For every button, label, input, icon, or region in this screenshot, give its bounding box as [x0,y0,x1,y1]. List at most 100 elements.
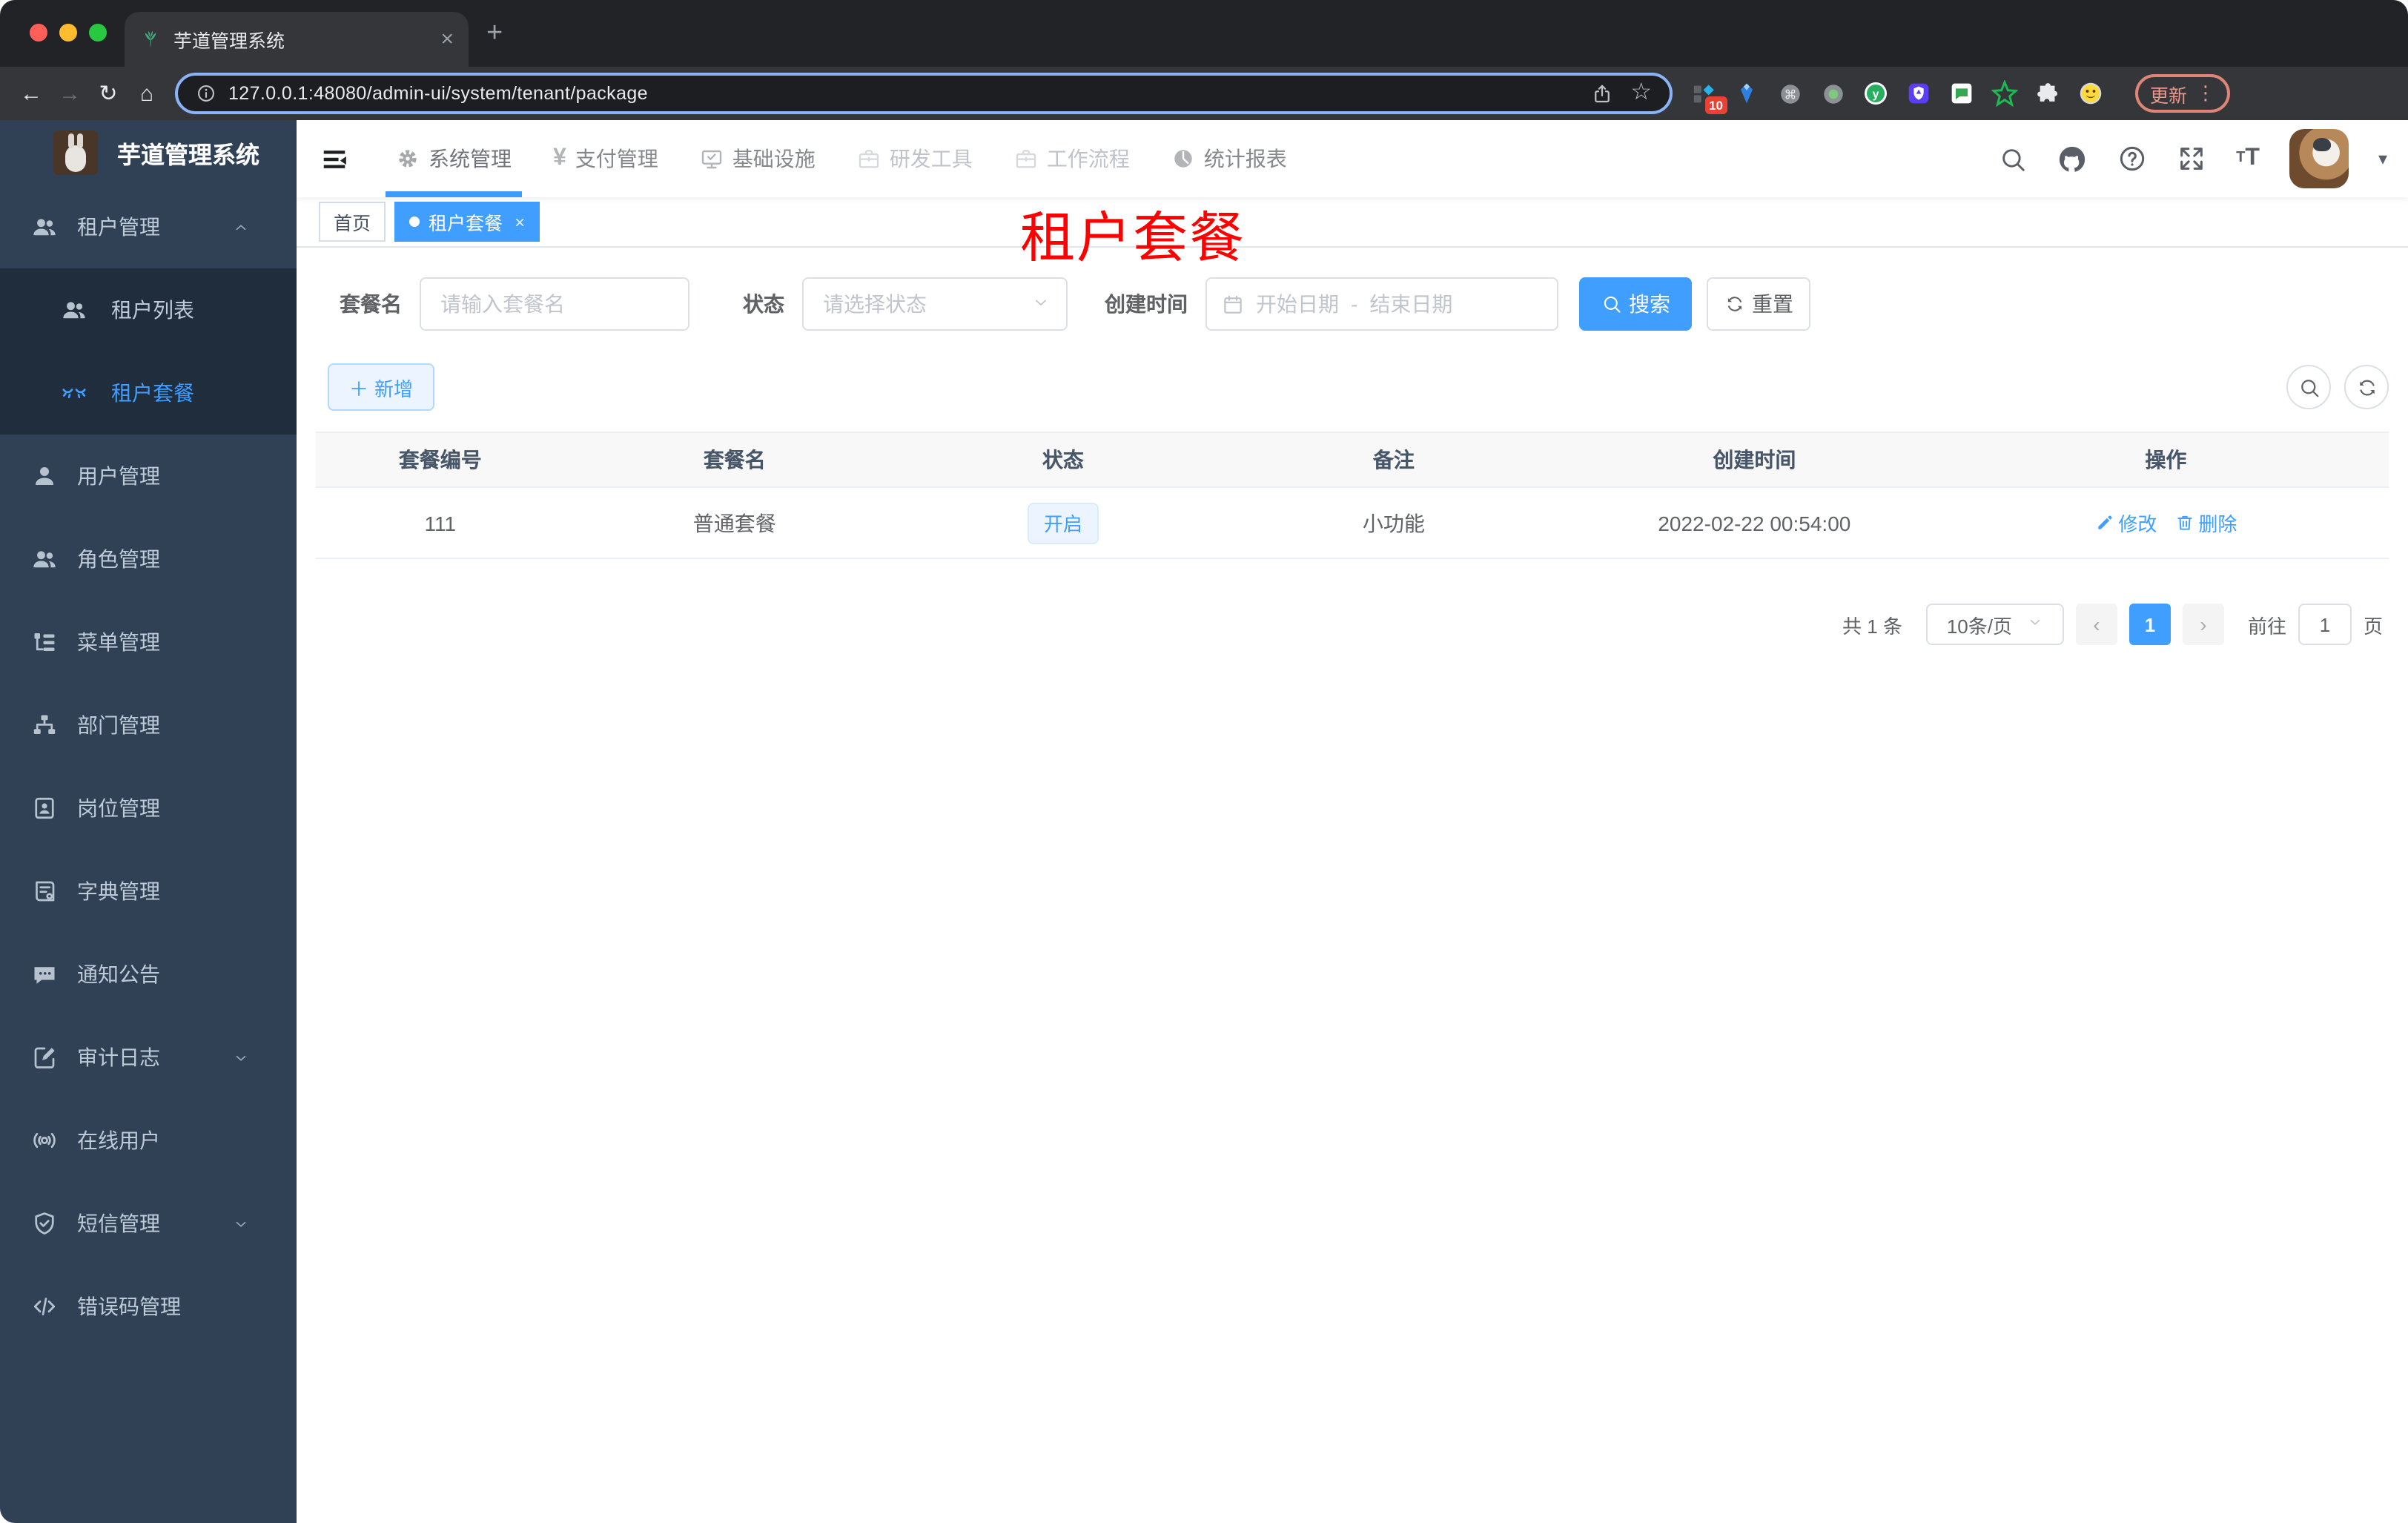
sidebar-item-label: 字典管理 [77,879,160,903]
cell-actions: 修改 删除 [1943,509,2389,537]
header-search-icon[interactable] [1999,145,2027,173]
url-text[interactable]: 127.0.0.1:48080/admin-ui/system/tenant/p… [228,83,1572,104]
top-nav-基础设施[interactable]: 基础设施 [689,120,826,197]
share-icon[interactable] [1590,82,1612,105]
hamburger-icon[interactable] [297,145,371,173]
status-filter-select[interactable]: 请选择状态 [802,277,1068,331]
date-range-picker[interactable]: 开始日期 - 结束日期 [1205,277,1558,331]
tab-title: 芋道管理系统 [173,31,285,52]
sidebar-item-在线用户[interactable]: 在线用户 [0,1099,297,1182]
top-nav-支付管理[interactable]: ¥ 支付管理 [543,120,669,197]
sidebar-item-label: 菜单管理 [77,630,160,654]
sidebar-item-字典管理[interactable]: 字典管理 [0,850,297,933]
status-filter-label: 状态 [743,292,784,316]
sidebar-item-租户管理[interactable]: 租户管理 [0,185,297,268]
cell-package-id: 111 [424,511,457,535]
sidebar-item-通知公告[interactable]: 通知公告 [0,933,297,1016]
favicon-plant-icon [139,28,162,50]
reset-button[interactable]: 重置 [1707,277,1810,331]
edit-icon [2094,513,2114,532]
name-filter-input[interactable] [440,292,669,316]
minimize-window-button[interactable] [59,24,77,42]
new-tab-button[interactable]: + [486,18,503,50]
browser-update-button[interactable]: 更新 ⋮ [2135,74,2231,113]
fullscreen-icon[interactable] [2177,144,2206,174]
gem-extension-icon[interactable] [1733,80,1760,107]
chevron-down-icon [1032,293,1050,315]
sidebar-item-用户管理[interactable]: 用户管理 [0,435,297,518]
top-nav-工作流程[interactable]: 工作流程 [1004,120,1140,197]
sidebar-item-部门管理[interactable]: 部门管理 [0,684,297,767]
bookmark-star-icon[interactable]: ☆ [1630,81,1652,105]
chevron-down-icon [227,1049,254,1066]
sidebar-item-租户套餐[interactable]: 租户套餐 [0,351,297,435]
tag-首页[interactable]: 首页 [319,202,386,242]
command-extension-icon[interactable]: ⌘ [1776,80,1803,107]
sidebar-item-岗位管理[interactable]: 岗位管理 [0,767,297,850]
refresh-table-button[interactable] [2344,365,2389,409]
star-extension-icon[interactable] [1991,80,2018,107]
sidebar-item-租户列表[interactable]: 租户列表 [0,268,297,351]
sidebar-item-菜单管理[interactable]: 菜单管理 [0,601,297,684]
pinned-extension-icon[interactable]: 10 [1690,80,1727,114]
github-icon[interactable] [2057,143,2088,174]
name-filter-label: 套餐名 [340,292,402,316]
reload-icon[interactable]: ↻ [89,80,128,107]
admin-app: 芋道管理系统 租户管理 租户列表 租户套餐 用户管理 角色管理菜单管理部门管理岗位管理字… [0,120,2408,1523]
chevron-down-icon [227,1215,254,1232]
edit-link[interactable]: 修改 [2094,509,2157,537]
avatar-caret-down-icon[interactable]: ▾ [2378,148,2387,169]
sidebar-item-角色管理[interactable]: 角色管理 [0,518,297,601]
sidebar-menu: 租户管理 租户列表 租户套餐 用户管理 角色管理菜单管理部门管理岗位管理字典管理通知公告… [0,185,297,1348]
toggle-search-button[interactable] [2286,365,2331,409]
chevron-up-icon [227,219,254,235]
help-question-icon[interactable] [2117,144,2147,174]
font-size-icon[interactable]: TT [2236,146,2260,171]
home-icon[interactable]: ⌂ [128,81,166,106]
add-button[interactable]: ＋ 新增 [328,363,434,411]
avatar[interactable] [2289,129,2349,188]
top-nav-研发工具[interactable]: 研发工具 [847,120,983,197]
top-nav-统计报表[interactable]: 统计报表 [1161,120,1297,197]
browser-menu-kebab-icon[interactable]: ⋮ [2196,82,2215,105]
current-page-button[interactable]: 1 [2128,604,2171,645]
date-end-placeholder[interactable]: 结束日期 [1369,289,1452,319]
zoom-window-button[interactable] [89,24,107,42]
date-filter-label: 创建时间 [1105,292,1188,316]
emoji-extension-icon[interactable] [2077,80,2104,107]
y-extension-icon[interactable]: y [1862,80,1889,107]
sidebar-item-label: 部门管理 [77,713,160,737]
shield-extension-icon[interactable] [1905,80,1932,107]
yen-icon: ¥ [553,145,566,171]
browser-tab[interactable]: 芋道管理系统 × [125,12,469,67]
delete-link[interactable]: 删除 [2174,509,2237,537]
address-bar[interactable]: 127.0.0.1:48080/admin-ui/system/tenant/p… [175,73,1673,114]
puzzle-extension-icon[interactable] [2034,80,2061,107]
date-start-placeholder[interactable]: 开始日期 [1256,289,1339,319]
site-info-icon[interactable] [196,83,216,104]
sidebar-item-错误码管理[interactable]: 错误码管理 [0,1265,297,1348]
forward-icon[interactable]: → [50,81,89,106]
sidebar-item-审计日志[interactable]: 审计日志 [0,1016,297,1099]
next-page-button[interactable]: › [2182,604,2224,645]
goto-page-input[interactable] [2298,604,2352,645]
close-tab-icon[interactable]: × [440,27,454,52]
sidebar-item-短信管理[interactable]: 短信管理 [0,1182,297,1265]
chat-extension-icon[interactable] [1948,80,1975,107]
close-window-button[interactable] [30,24,47,42]
prev-page-button[interactable]: ‹ [2075,604,2117,645]
tag-租户套餐[interactable]: 租户套餐 × [394,202,540,242]
top-nav-系统管理[interactable]: 系统管理 [386,120,522,197]
column-header: 状态 [1042,448,1084,472]
app-logo[interactable]: 芋道管理系统 [0,120,297,185]
page-size-select[interactable]: 10条/页 [1925,604,2064,645]
close-tag-icon[interactable]: × [515,211,525,232]
gray-circle-extension-icon[interactable] [1819,80,1846,107]
name-filter-field[interactable] [420,277,689,331]
back-icon[interactable]: ← [12,81,50,106]
sidebar-submenu: 租户列表 租户套餐 [0,268,297,435]
action-label: 修改 [2118,513,2157,535]
top-nav-menu: 系统管理 ¥ 支付管理 基础设施 研发工具 工作流程 统计报表 [386,120,1318,197]
tag-label: 首页 [334,214,371,234]
search-button[interactable]: 搜索 [1579,277,1692,331]
